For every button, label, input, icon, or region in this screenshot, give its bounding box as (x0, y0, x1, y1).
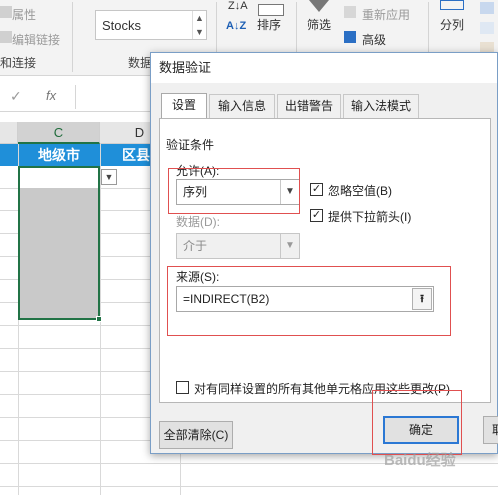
properties-icon (0, 6, 12, 18)
data-value: 介于 (183, 239, 208, 253)
active-cell[interactable] (20, 168, 98, 188)
column-header-b[interactable] (0, 122, 18, 144)
sort-az-icon[interactable]: A↓Z (226, 20, 246, 32)
edit-links-button[interactable]: 编辑链接 (12, 31, 60, 48)
settings-panel: 验证条件 允许(A): 序列 ▼ ✓ 忽略空值(B) ✓ 提供下拉箭头(I) 数… (159, 118, 491, 403)
sort-button[interactable]: 排序 (257, 16, 281, 33)
validation-criteria-heading: 验证条件 (166, 138, 215, 152)
text-to-columns-icon (440, 0, 464, 10)
stocks-label: Stocks (102, 18, 142, 33)
fill-handle[interactable] (96, 316, 102, 322)
queries-group-label: 和连接 (0, 56, 37, 70)
sort-icon (258, 4, 284, 16)
tab-input-message[interactable]: 输入信息 (209, 94, 275, 118)
group-separator (72, 2, 73, 72)
confirm-icon[interactable]: ✓ (10, 88, 22, 105)
header-cell-city[interactable]: 地级市 (18, 144, 100, 166)
apply-all-checkbox[interactable] (176, 381, 189, 394)
in-cell-dropdown-checkbox[interactable]: ✓ (310, 209, 323, 222)
ok-highlight (372, 390, 462, 455)
edit-links-icon (0, 31, 12, 43)
selected-range[interactable] (18, 166, 100, 320)
watermark: Baidu经验 (384, 452, 456, 469)
allow-highlight (168, 168, 300, 214)
clear-all-button[interactable]: 全部清除(C) (159, 421, 233, 449)
advanced-filter-icon (344, 31, 356, 43)
ignore-blank-label[interactable]: 忽略空值(B) (328, 182, 392, 199)
reapply-icon (344, 6, 356, 18)
cancel-button[interactable]: 取 (483, 416, 498, 444)
split-button[interactable]: 分列 (440, 16, 464, 33)
properties-button[interactable]: 属性 (12, 6, 36, 23)
data-types-group-label: 数据 (128, 56, 153, 70)
flash-fill-icon[interactable] (480, 2, 494, 14)
validation-dropdown-button[interactable]: ▼ (101, 169, 117, 185)
dialog-title: 数据验证 (151, 53, 497, 83)
gridline (0, 486, 498, 487)
filter-icon (309, 0, 329, 12)
tab-error-alert[interactable]: 出错警告 (277, 94, 341, 118)
advanced-button[interactable]: 高级 (362, 31, 386, 48)
ignore-blank-checkbox[interactable]: ✓ (310, 183, 323, 196)
reapply-button[interactable]: 重新应用 (362, 6, 410, 23)
source-highlight (167, 266, 451, 336)
tab-settings[interactable]: 设置 (161, 93, 207, 119)
column-header-c[interactable]: C (18, 122, 100, 144)
remove-duplicates-icon[interactable] (480, 22, 494, 34)
header-cell-b[interactable] (0, 144, 18, 166)
data-select: 介于 ▼ (176, 233, 300, 259)
data-label: 数据(D): (176, 215, 220, 229)
gallery-scroll-icon[interactable]: ▲ ▼ (192, 11, 206, 39)
tab-ime-mode[interactable]: 输入法模式 (343, 94, 419, 118)
data-types-gallery[interactable]: Stocks ▲ ▼ (95, 10, 207, 40)
filter-button[interactable]: 筛选 (307, 16, 331, 33)
sort-za-icon[interactable]: Z↓A (228, 0, 248, 12)
in-cell-dropdown-label[interactable]: 提供下拉箭头(I) (328, 208, 411, 225)
chevron-down-icon: ▼ (280, 234, 299, 258)
insert-function-icon[interactable]: fx (46, 88, 56, 103)
